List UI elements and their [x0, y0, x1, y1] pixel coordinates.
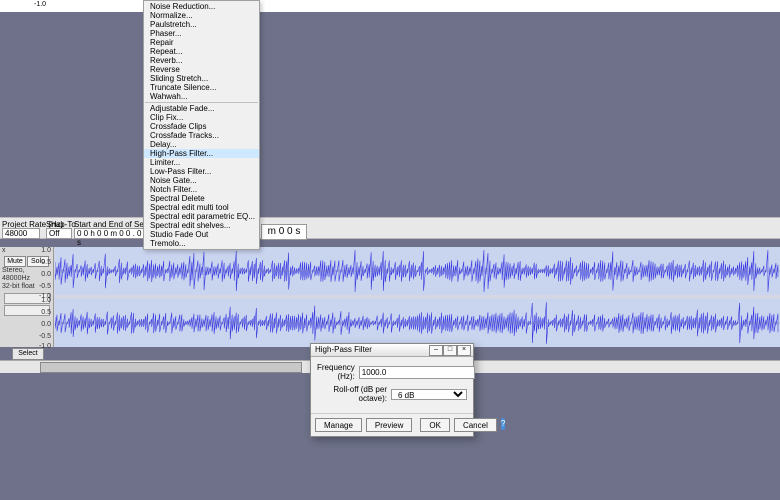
menu-item[interactable]: Reverb... — [144, 56, 259, 65]
rolloff-select[interactable]: 6 dB — [391, 389, 467, 400]
menu-item[interactable]: Noise Gate... — [144, 176, 259, 185]
preview-button[interactable]: Preview — [366, 418, 412, 432]
menu-item[interactable]: Studio Fade Out — [144, 230, 259, 239]
menu-item[interactable]: Spectral edit shelves... — [144, 221, 259, 230]
project-rate-value[interactable]: 48000 — [2, 228, 40, 239]
menu-item[interactable]: Repair — [144, 38, 259, 47]
waveform-area[interactable] — [55, 247, 780, 347]
waveform-left-channel — [55, 247, 780, 295]
menu-item[interactable]: Crossfade Clips — [144, 122, 259, 131]
menu-item[interactable]: Sliding Stretch... — [144, 74, 259, 83]
high-pass-filter-dialog: High-Pass Filter – □ × Frequency (Hz): R… — [310, 343, 474, 437]
snap-to-value[interactable]: Off — [46, 228, 72, 239]
menu-item[interactable]: High-Pass Filter... — [144, 149, 259, 158]
menu-item[interactable]: Paulstretch... — [144, 20, 259, 29]
rolloff-label: Roll-off (dB per octave): — [317, 385, 391, 403]
waveform-right-channel — [55, 299, 780, 347]
select-button[interactable]: Select — [12, 348, 44, 360]
menu-item[interactable]: Spectral edit parametric EQ... — [144, 212, 259, 221]
close-icon[interactable]: × — [457, 345, 471, 356]
cancel-button[interactable]: Cancel — [454, 418, 497, 432]
maximize-icon[interactable]: □ — [443, 345, 457, 356]
menu-item[interactable]: Crossfade Tracks... — [144, 131, 259, 140]
menu-item[interactable]: Delay... — [144, 140, 259, 149]
menu-item[interactable]: Noise Reduction... — [144, 2, 259, 11]
manage-button[interactable]: Manage — [315, 418, 362, 432]
frequency-input[interactable] — [359, 366, 475, 379]
audio-track[interactable]: x Stereo, 48000Hz 32-bit float Mute Solo… — [0, 247, 780, 347]
minimize-icon[interactable]: – — [429, 345, 443, 356]
menu-item[interactable]: Normalize... — [144, 11, 259, 20]
menu-item[interactable]: Notch Filter... — [144, 185, 259, 194]
effects-menu[interactable]: Noise Reduction...Normalize...Paulstretc… — [143, 0, 260, 250]
help-icon[interactable]: ? — [501, 418, 505, 430]
menu-separator — [145, 102, 258, 103]
menu-item[interactable]: Spectral Delete — [144, 194, 259, 203]
menu-item[interactable]: Reverse — [144, 65, 259, 74]
menu-item[interactable]: Repeat... — [144, 47, 259, 56]
menu-item[interactable]: Spectral edit multi tool — [144, 203, 259, 212]
frequency-label: Frequency (Hz): — [317, 363, 359, 381]
scrollbar-thumb[interactable] — [40, 362, 302, 373]
dialog-title-text: High-Pass Filter — [315, 345, 372, 354]
menu-item[interactable]: Wahwah... — [144, 92, 259, 101]
menu-item[interactable]: Clip Fix... — [144, 113, 259, 122]
selection-start-value[interactable]: 0 0 h 0 0 m 0 0 . 0 s — [74, 228, 146, 239]
timeline-tick: -1.0 — [34, 1, 46, 8]
menu-item[interactable]: Phaser... — [144, 29, 259, 38]
menu-item[interactable]: Adjustable Fade... — [144, 104, 259, 113]
mute-button[interactable]: Mute — [4, 256, 26, 267]
menu-item[interactable]: Truncate Silence... — [144, 83, 259, 92]
menu-item[interactable]: Tremolo... — [144, 239, 259, 248]
amplitude-scale: 1.00.50.0-0.5-1.0 — [53, 297, 61, 397]
ok-button[interactable]: OK — [420, 418, 450, 432]
selection-toolbar: Project Rate (Hz) 48000 Snap-To Off Star… — [0, 217, 780, 239]
empty-track-area — [0, 12, 780, 217]
dialog-titlebar[interactable]: High-Pass Filter – □ × — [311, 344, 473, 357]
menu-item[interactable]: Limiter... — [144, 158, 259, 167]
menu-item[interactable]: Low-Pass Filter... — [144, 167, 259, 176]
time-display: m 0 0 s — [261, 224, 307, 240]
